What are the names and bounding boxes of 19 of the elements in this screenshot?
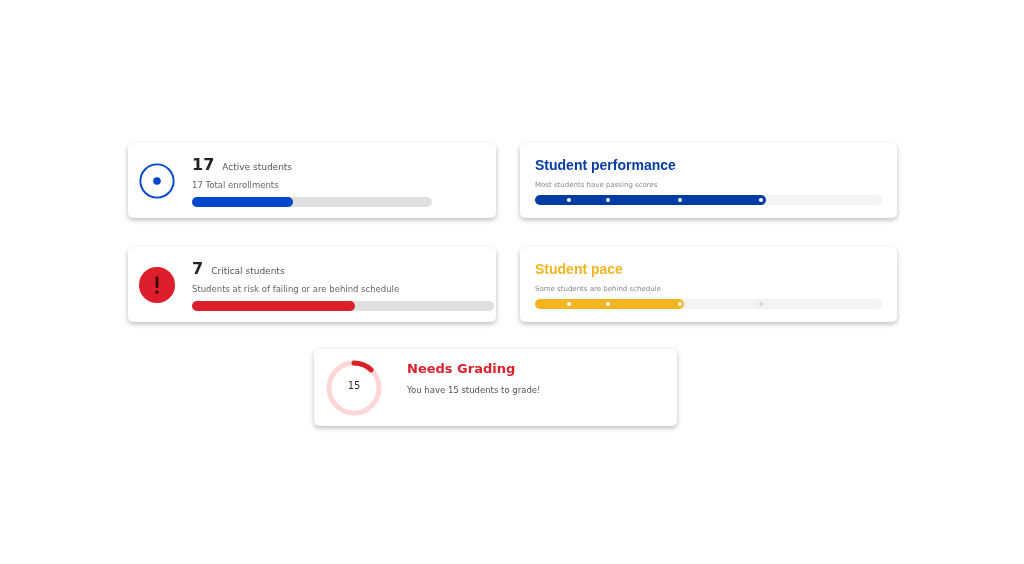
- donut-value: 15: [346, 379, 362, 391]
- milestone-dot: [758, 301, 763, 306]
- card-title: Needs Grading: [407, 361, 517, 376]
- milestone-dot: [567, 197, 571, 202]
- card-title: Student pace: [535, 260, 624, 277]
- card-subtitle: You have 15 students to grade!: [407, 385, 541, 395]
- milestone-dot: [605, 301, 610, 306]
- milestone-dot: [678, 301, 683, 306]
- card-title: Student performance: [535, 156, 677, 173]
- milestone-dot: [678, 197, 683, 202]
- count-value: 17: [192, 154, 215, 174]
- milestone-dot: [567, 301, 571, 306]
- card-subtitle: Students at risk of failing or are behind schedule: [192, 283, 401, 294]
- card-subtitle: 17 Total enrollments: [192, 179, 280, 190]
- count-value: 7: [192, 258, 204, 278]
- milestone-dot: [605, 197, 610, 202]
- milestone-dot: [758, 197, 763, 202]
- count-label: Critical students: [211, 265, 285, 276]
- count-label: Active students: [222, 161, 293, 172]
